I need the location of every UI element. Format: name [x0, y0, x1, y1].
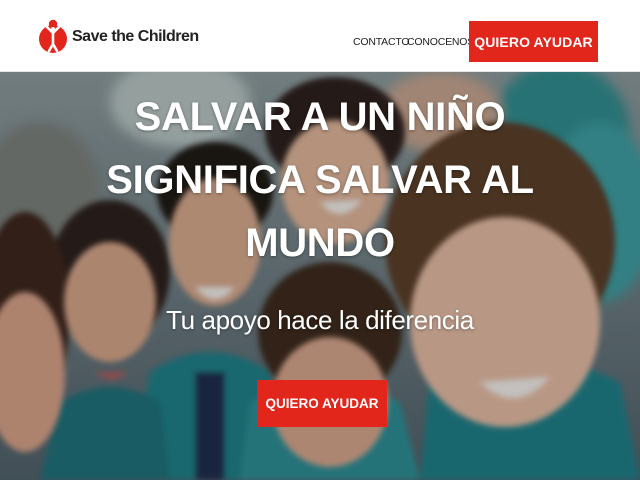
- headline-line-1: SALVAR A UN NIÑO: [100, 86, 540, 149]
- quiero-ayudar-hero-button[interactable]: QUIERO AYUDAR: [257, 380, 387, 427]
- top-navigation-bar: Save the Children CONTACTO CONOCENOS QUI…: [0, 0, 640, 72]
- save-the-children-figure-icon: [39, 19, 67, 53]
- nav-link-conocenos[interactable]: CONOCENOS: [407, 36, 474, 48]
- hero-banner: SALVAR A UN NIÑO SIGNIFICA SALVAR AL MUN…: [0, 72, 640, 480]
- headline-line-1-bold: NIÑO: [406, 95, 506, 139]
- quiero-ayudar-header-button[interactable]: QUIERO AYUDAR: [469, 21, 598, 62]
- headline-line-1-regular: SALVAR A UN: [134, 95, 407, 139]
- hero-subheadline: Tu apoyo hace la diferencia: [166, 305, 474, 335]
- nav-link-contacto[interactable]: CONTACTO: [353, 36, 410, 48]
- hero-headline: SALVAR A UN NIÑO SIGNIFICA SALVAR AL MUN…: [100, 86, 540, 275]
- headline-line-3: MUNDO: [245, 221, 395, 265]
- brand-name: Save the Children: [72, 28, 199, 45]
- headline-line-2: SIGNIFICA SALVAR AL: [106, 158, 534, 202]
- brand-logo[interactable]: Save the Children: [38, 17, 199, 57]
